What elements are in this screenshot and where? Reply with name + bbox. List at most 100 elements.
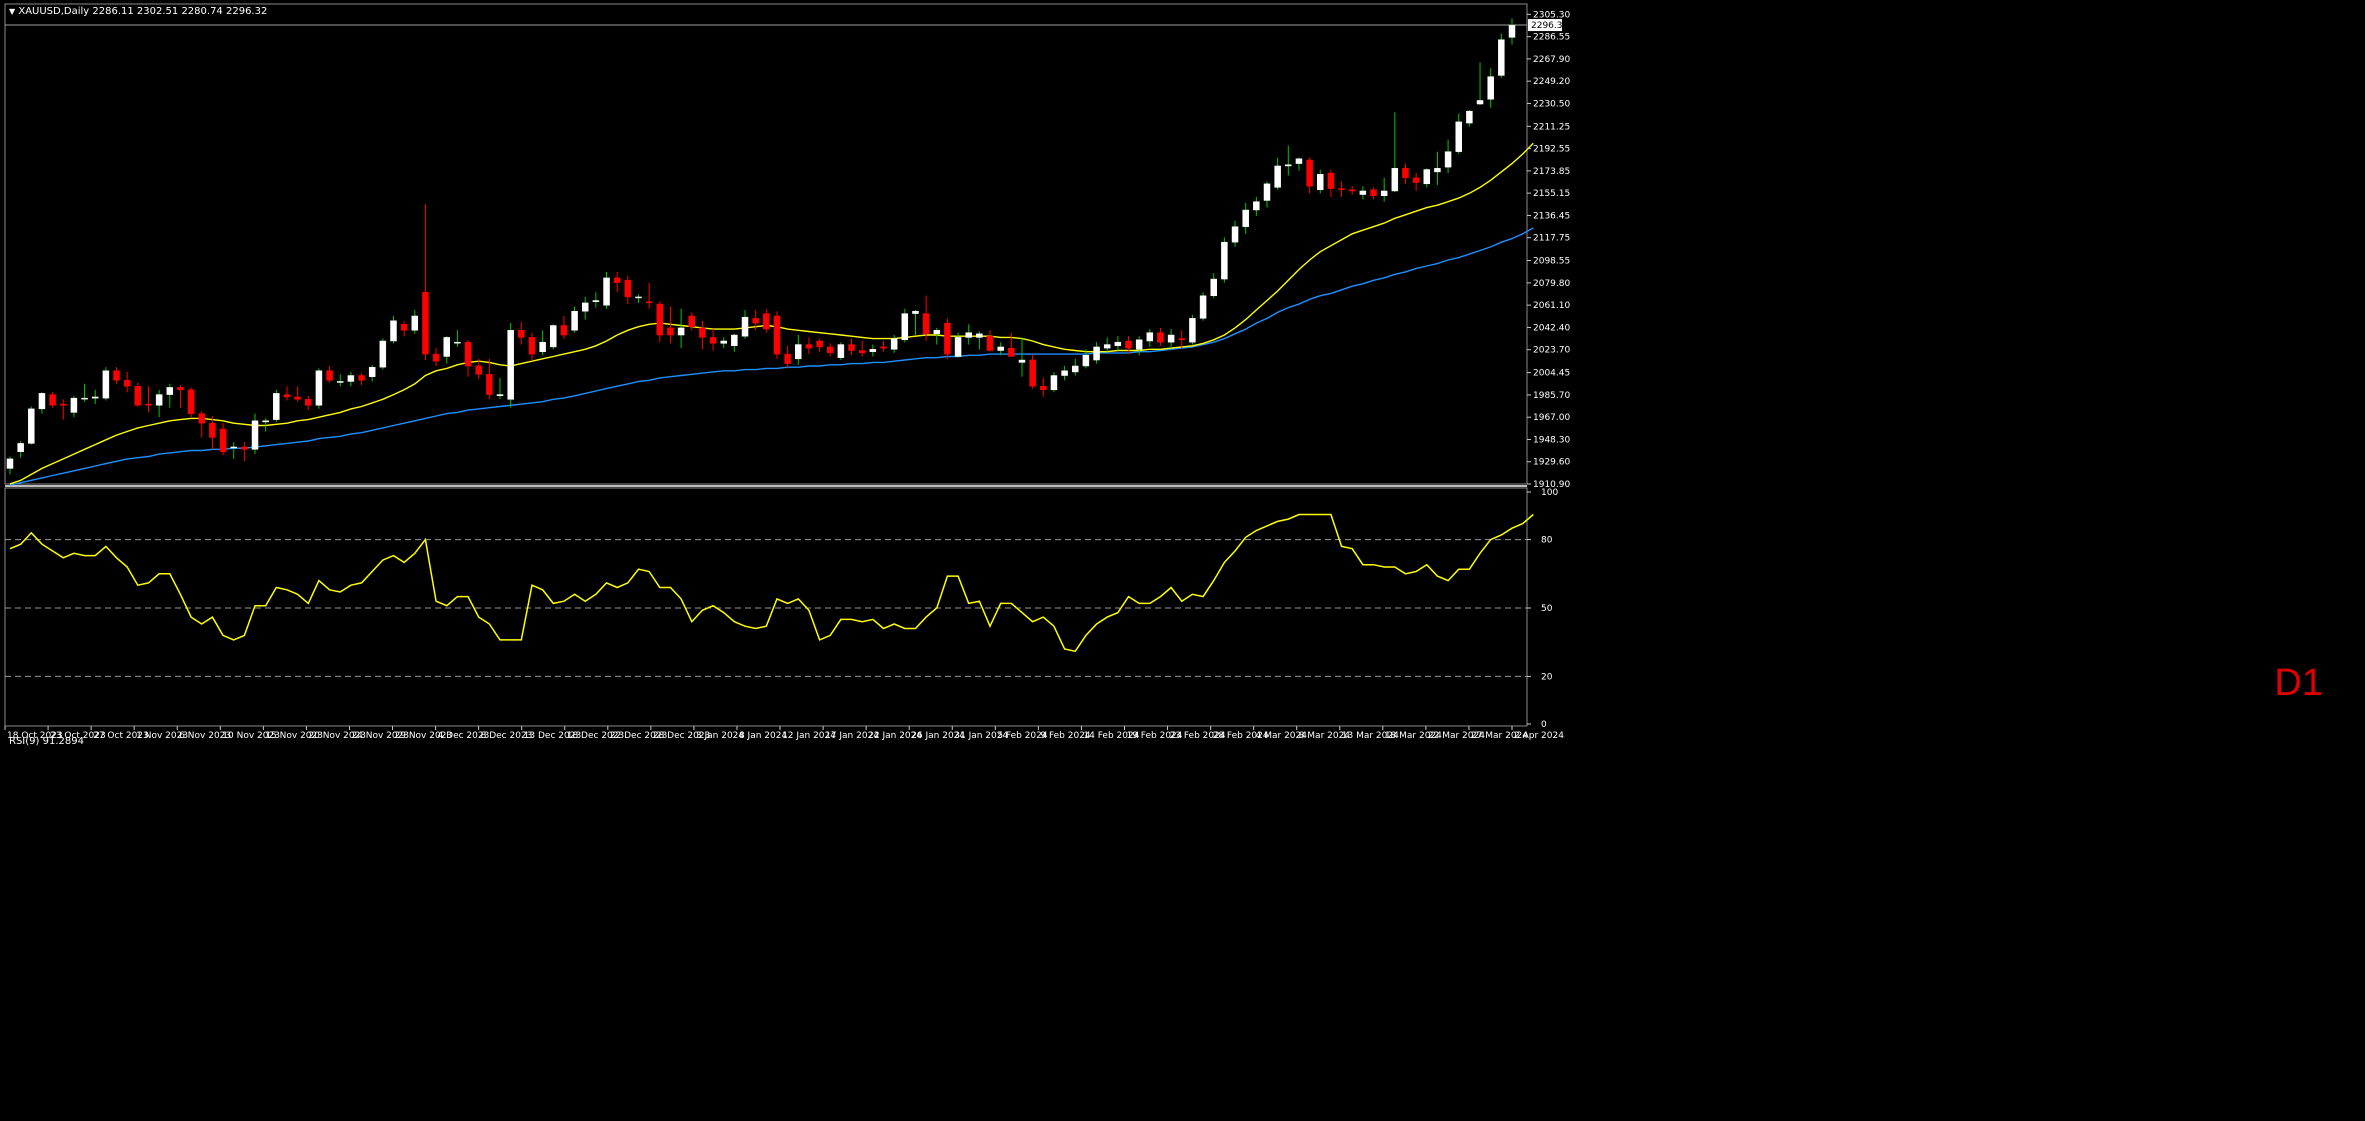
candle-body xyxy=(677,327,685,336)
candle-body xyxy=(187,389,195,414)
candle-body xyxy=(539,341,546,352)
rsi-tick-label: 0 xyxy=(1541,720,1547,730)
candle-body xyxy=(1423,169,1431,185)
candle-body xyxy=(1380,190,1388,196)
candle-body xyxy=(443,337,451,357)
candle-body xyxy=(848,344,855,351)
candle-body xyxy=(752,318,759,324)
candle-body xyxy=(1114,341,1122,347)
candle-body xyxy=(1210,278,1217,296)
date-tick-label: 3 Jan 2024 xyxy=(696,731,744,741)
candle-body xyxy=(1135,339,1143,350)
candle-body xyxy=(1444,151,1452,168)
price-tick-label: 2042.40 xyxy=(1533,323,1570,333)
candle-body xyxy=(1285,164,1292,167)
price-tick-label: 2136.45 xyxy=(1533,211,1570,221)
candle-body xyxy=(177,387,184,391)
timeframe-label: D1 xyxy=(2274,662,2323,704)
candle-body xyxy=(123,380,131,387)
candle-body xyxy=(81,397,88,400)
candle-body xyxy=(1071,365,1079,373)
candle-body xyxy=(486,374,493,395)
candle-body xyxy=(1093,346,1100,361)
candle-body xyxy=(38,393,46,410)
price-tick-label: 1948.30 xyxy=(1533,435,1570,445)
candle-body xyxy=(944,322,951,355)
candle-body xyxy=(773,315,781,355)
candle-body xyxy=(1402,168,1409,179)
chart-canvas[interactable]: 2305.30 2286.55 2267.90 2249.20 2230.50 2211.… xyxy=(0,0,2365,1117)
candle-body xyxy=(1157,332,1164,343)
candle-body xyxy=(209,422,216,438)
candle-body xyxy=(976,333,983,338)
candle-body xyxy=(166,387,174,395)
candle-body xyxy=(1370,189,1377,196)
candle-body xyxy=(17,443,24,452)
rsi-indicator-label: RSI(9) 91.2894 xyxy=(9,736,84,747)
candle-body xyxy=(1199,295,1207,319)
candle-body xyxy=(1040,385,1047,391)
candle-body xyxy=(475,365,482,375)
candle-body xyxy=(656,303,664,336)
candle-body xyxy=(464,341,472,367)
candle-body xyxy=(411,315,419,331)
candle-body xyxy=(1018,359,1026,363)
symbol-ohlc-text: XAUUSD,Daily 2286.11 2302.51 2280.74 229… xyxy=(18,6,268,17)
candle-body xyxy=(283,394,291,398)
candle-body xyxy=(571,310,578,331)
candle-body xyxy=(837,344,845,358)
price-tick-label: 1967.00 xyxy=(1533,413,1570,423)
candle-body xyxy=(592,300,600,302)
price-tick-label: 2286.55 xyxy=(1533,33,1570,43)
candle-body xyxy=(1231,226,1239,243)
candle-body xyxy=(1476,100,1484,105)
collapse-triangle-icon[interactable]: ▼ xyxy=(9,7,15,16)
candle-body xyxy=(997,346,1004,351)
candle-body xyxy=(816,340,823,348)
price-tick-label: 1985.70 xyxy=(1533,391,1570,401)
candle-body xyxy=(613,277,621,283)
candle-body xyxy=(1391,168,1399,192)
candle-body xyxy=(6,458,14,469)
candle-body xyxy=(550,325,557,348)
candle-body xyxy=(70,397,78,413)
candle-body xyxy=(688,315,696,327)
candle-body xyxy=(667,327,674,336)
candle-body xyxy=(741,316,749,337)
candle-body xyxy=(1189,318,1196,343)
candle-body xyxy=(1274,165,1281,188)
candle-body xyxy=(869,349,877,352)
candle-body xyxy=(645,301,653,304)
candle-body xyxy=(368,366,376,377)
candle-body xyxy=(858,350,866,354)
candle-body xyxy=(1317,174,1324,191)
candle-body xyxy=(60,403,67,406)
price-tick-label: 1929.60 xyxy=(1533,458,1570,468)
candle-body xyxy=(1253,201,1260,211)
price-tick-label: 2211.25 xyxy=(1533,122,1570,132)
candle-body xyxy=(805,344,813,349)
candle-body xyxy=(198,413,205,424)
candle-body xyxy=(922,313,930,335)
price-tick-label: 2061.10 xyxy=(1533,301,1570,311)
candle-body xyxy=(496,394,504,397)
candle-body xyxy=(890,338,898,350)
candle-body xyxy=(1061,370,1068,376)
candle-body xyxy=(241,446,248,450)
candle-body xyxy=(1306,159,1313,187)
candle-body xyxy=(326,370,333,381)
candle-body xyxy=(49,394,56,406)
candle-body xyxy=(1487,76,1494,100)
candle-body xyxy=(986,335,994,351)
rsi-tick-label: 80 xyxy=(1541,536,1553,546)
candle-body xyxy=(113,370,120,381)
price-tick-label: 2023.70 xyxy=(1533,346,1570,356)
candle-body xyxy=(720,340,727,344)
candle-body xyxy=(219,428,227,452)
candle-body xyxy=(1359,190,1367,195)
candle-body xyxy=(347,375,355,382)
candle-body xyxy=(1263,183,1271,201)
candle-body xyxy=(336,381,344,383)
price-tick-label: 2004.45 xyxy=(1533,369,1570,379)
candle-body xyxy=(379,340,387,368)
